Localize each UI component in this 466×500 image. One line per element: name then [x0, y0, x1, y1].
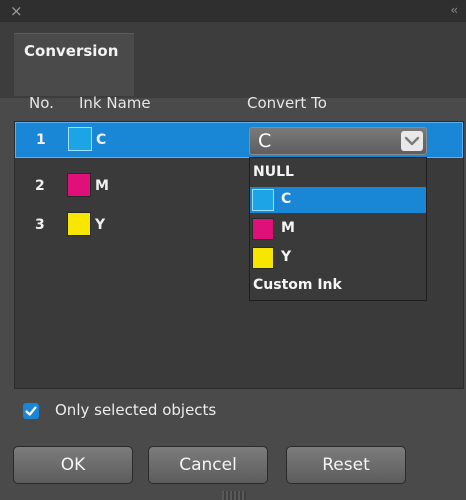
cyan-swatch	[252, 189, 274, 211]
row-number: 3	[35, 217, 45, 233]
close-icon[interactable]: ×	[10, 3, 23, 19]
option-label: NULL	[253, 164, 294, 180]
chevron-down-icon[interactable]	[401, 131, 423, 151]
cancel-button[interactable]: Cancel	[148, 446, 268, 484]
only-selected-label: Only selected objects	[55, 401, 217, 419]
title-bar: × ‹‹	[0, 0, 466, 23]
option-custom-ink[interactable]: Custom Ink	[250, 273, 426, 299]
ink-name: C	[96, 132, 107, 148]
tab-label: Conversion	[24, 42, 119, 60]
column-header-convert-to: Convert To	[247, 94, 327, 112]
convert-to-select[interactable]: C	[249, 127, 427, 155]
ink-name: Y	[95, 217, 106, 233]
option-c[interactable]: C	[250, 187, 426, 213]
reset-button[interactable]: Reset	[286, 446, 406, 484]
cyan-swatch	[68, 127, 92, 151]
row-number: 1	[36, 132, 46, 148]
yellow-swatch	[252, 247, 274, 269]
column-header-ink-name: Ink Name	[79, 94, 151, 112]
row-number: 2	[35, 178, 45, 194]
option-label: C	[281, 191, 292, 207]
magenta-swatch	[67, 173, 91, 197]
ink-name: M	[95, 178, 109, 194]
option-null[interactable]: NULL	[250, 160, 426, 186]
option-label: Custom Ink	[253, 277, 342, 293]
convert-to-dropdown: NULL C M Y Custom Ink	[249, 157, 427, 301]
option-y[interactable]: Y	[250, 245, 426, 271]
magenta-swatch	[252, 218, 274, 240]
option-m[interactable]: M	[250, 216, 426, 242]
convert-to-value: C	[258, 130, 272, 152]
ok-button[interactable]: OK	[13, 446, 133, 484]
option-label: M	[281, 220, 295, 236]
only-selected-checkbox[interactable]	[23, 403, 39, 419]
column-header-no: No.	[29, 94, 54, 112]
resize-grip[interactable]	[222, 491, 246, 500]
tab-conversion[interactable]: Conversion	[14, 33, 134, 96]
double-chevron-left-icon[interactable]: ‹‹	[450, 3, 457, 17]
checkmark-icon	[25, 406, 37, 416]
yellow-swatch	[67, 212, 91, 236]
tab-bar: Conversion	[0, 22, 466, 98]
option-label: Y	[281, 249, 292, 265]
